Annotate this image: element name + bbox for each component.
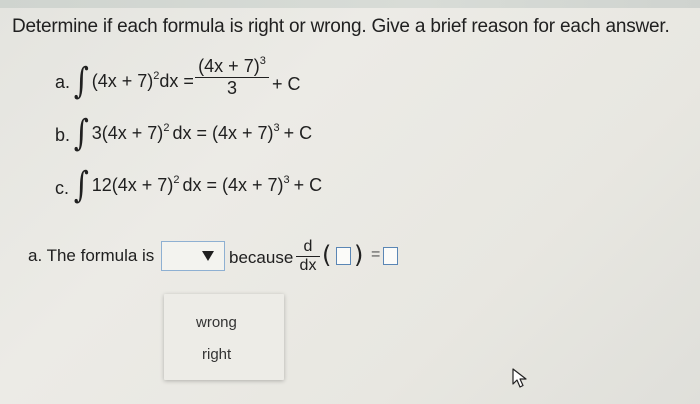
top-band	[0, 0, 700, 8]
item-b-letter: b.	[55, 125, 71, 145]
item-a-plus-c: + C	[272, 74, 301, 94]
derivative-input-box[interactable]	[336, 247, 351, 265]
because-label: because	[229, 248, 294, 267]
item-a-letter: a.	[55, 72, 71, 92]
item-c-letter: c.	[55, 178, 70, 198]
mouse-cursor-icon	[512, 368, 527, 388]
open-paren: (	[322, 241, 332, 269]
item-c-formula: ∫ 12(4x + 7)2 dx = (4x + 7)3 + C	[73, 165, 323, 206]
chevron-down-icon[interactable]	[202, 251, 214, 261]
dropdown-menu: wrong right	[164, 294, 284, 380]
item-a-fraction: (4x + 7)3 3	[195, 55, 269, 99]
result-input-box[interactable]	[383, 247, 398, 265]
integral-sign: ∫	[73, 113, 89, 154]
close-paren: )	[354, 241, 364, 269]
integral-sign: ∫	[73, 165, 89, 206]
option-wrong[interactable]: wrong	[196, 314, 237, 331]
derivative-operator: d dx	[296, 238, 320, 275]
equals-sign: =	[371, 246, 381, 263]
item-a-denominator: 3	[226, 78, 237, 99]
formula-status-select[interactable]	[161, 241, 225, 271]
answer-label: a. The formula is	[28, 246, 155, 265]
integral-sign: ∫	[73, 61, 89, 102]
item-a-formula: ∫ (4x + 7)2dx =	[73, 61, 194, 102]
item-b-formula: ∫ 3(4x + 7)2 dx = (4x + 7)3 + C	[73, 113, 313, 154]
option-right[interactable]: right	[202, 346, 231, 363]
question-text: Determine if each formula is right or wr…	[12, 16, 670, 37]
